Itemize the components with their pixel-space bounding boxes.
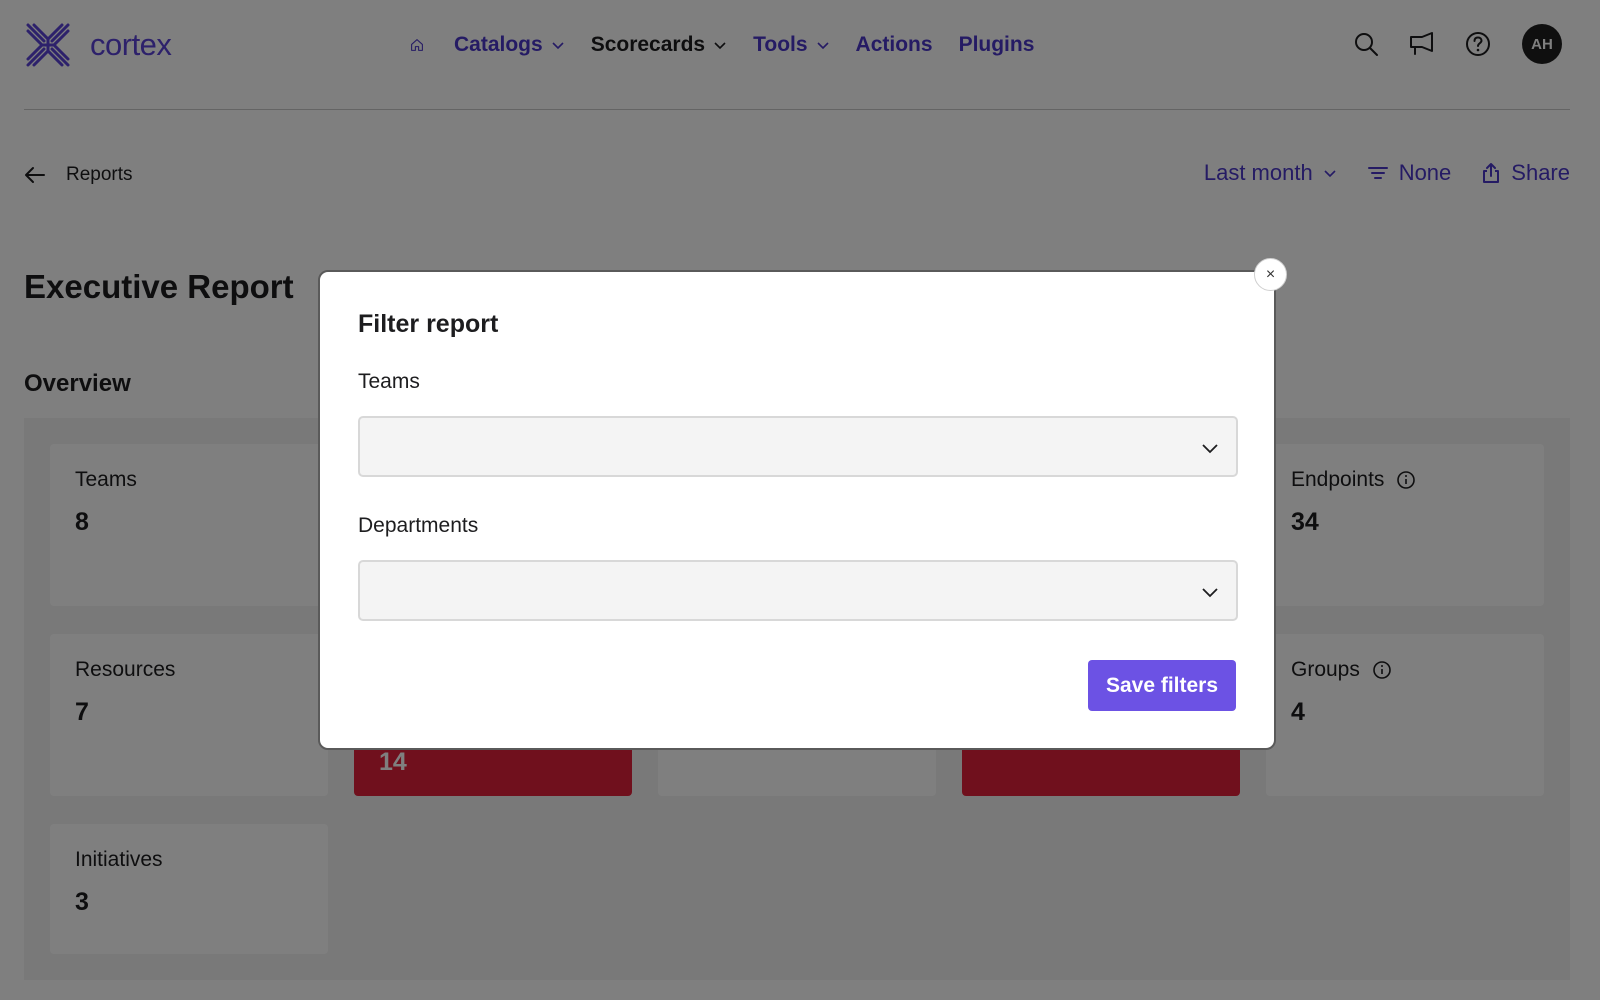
save-filters-button[interactable]: Save filters [1088, 660, 1236, 711]
chevron-down-icon [1202, 588, 1218, 598]
close-dialog-button[interactable]: × [1254, 258, 1287, 291]
teams-select[interactable] [358, 416, 1238, 477]
departments-label: Departments [358, 514, 479, 537]
filter-report-dialog: Filter report Teams Departments Save fil… [318, 270, 1276, 750]
teams-label: Teams [358, 370, 420, 393]
chevron-down-icon [1202, 444, 1218, 454]
close-icon: × [1265, 265, 1276, 283]
dialog-title: Filter report [358, 310, 499, 338]
departments-select[interactable] [358, 560, 1238, 621]
